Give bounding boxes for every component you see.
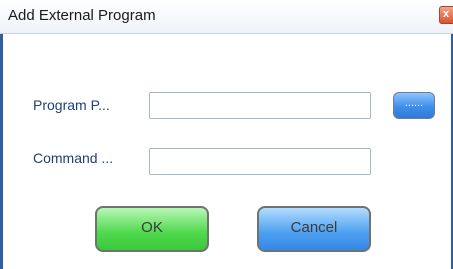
ok-button[interactable]: OK (95, 206, 209, 252)
program-path-label: Program P... (33, 97, 110, 113)
browse-button[interactable]: ...... (393, 92, 435, 119)
title-bar[interactable]: Add External Program x (0, 0, 453, 34)
cancel-button-label: Cancel (290, 219, 338, 236)
close-icon: x (443, 8, 450, 20)
close-button[interactable]: x (439, 6, 453, 24)
add-external-program-dialog: Add External Program x Program P... ....… (0, 0, 453, 269)
command-input[interactable] (149, 148, 371, 175)
dialog-title: Add External Program (8, 7, 156, 24)
cancel-button[interactable]: Cancel (257, 206, 371, 252)
program-path-input[interactable] (149, 92, 371, 119)
browse-button-label: ...... (404, 97, 424, 109)
command-label: Command ... (33, 150, 114, 166)
ok-button-label: OK (141, 219, 163, 236)
window-left-frame (0, 34, 3, 269)
